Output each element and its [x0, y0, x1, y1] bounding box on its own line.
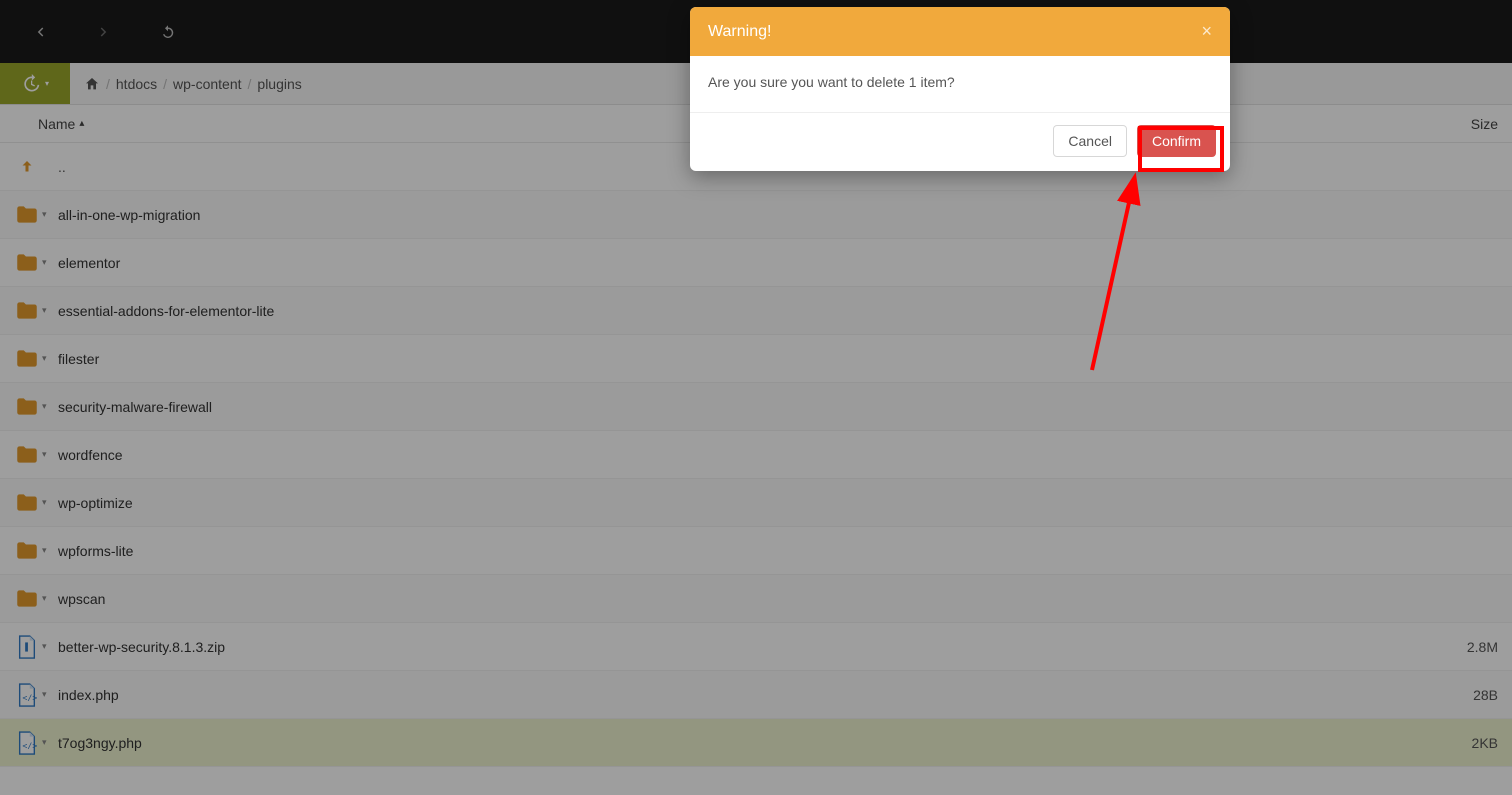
svg-text:</>: </> [22, 740, 37, 750]
file-name[interactable]: wp-optimize [56, 495, 1438, 511]
folder-icon [12, 490, 42, 516]
folder-row[interactable]: ▾wordfence [0, 431, 1512, 479]
caret-down-icon: ▾ [45, 79, 49, 88]
home-icon[interactable] [84, 76, 100, 92]
file-row[interactable]: </> ▾index.php28B [0, 671, 1512, 719]
folder-icon [12, 202, 42, 228]
row-menu-caret[interactable]: ▾ [42, 449, 56, 460]
warning-dialog: Warning! × Are you sure you want to dele… [690, 7, 1230, 171]
file-size: 28B [1438, 687, 1498, 703]
breadcrumb-item[interactable]: wp-content [173, 76, 241, 92]
row-menu-caret[interactable]: ▾ [42, 593, 56, 604]
chevron-left-icon [31, 23, 49, 41]
folder-row[interactable]: ▾filester [0, 335, 1512, 383]
file-name[interactable]: wordfence [56, 447, 1438, 463]
folder-row[interactable]: ▾essential-addons-for-elementor-lite [0, 287, 1512, 335]
folder-row[interactable]: ▾all-in-one-wp-migration [0, 191, 1512, 239]
folder-icon [12, 250, 42, 276]
folder-icon [12, 538, 42, 564]
row-menu-caret[interactable]: ▾ [42, 641, 56, 652]
folder-row[interactable]: ▾security-malware-firewall [0, 383, 1512, 431]
back-button[interactable] [28, 20, 52, 44]
breadcrumb-sep: / [106, 76, 110, 92]
history-icon [21, 74, 41, 94]
row-menu-caret[interactable]: ▾ [42, 209, 56, 220]
row-menu-caret[interactable]: ▾ [42, 305, 56, 316]
file-size: 2KB [1438, 735, 1498, 751]
row-menu-caret[interactable]: ▾ [42, 737, 56, 748]
file-name[interactable]: security-malware-firewall [56, 399, 1438, 415]
up-level-icon [12, 156, 42, 178]
file-name[interactable]: better-wp-security.8.1.3.zip [56, 639, 1438, 655]
breadcrumb-item[interactable]: htdocs [116, 76, 157, 92]
row-menu-caret[interactable]: ▾ [42, 353, 56, 364]
file-name[interactable]: essential-addons-for-elementor-lite [56, 303, 1438, 319]
chevron-right-icon [95, 23, 113, 41]
file-name[interactable]: wpforms-lite [56, 543, 1438, 559]
cancel-button[interactable]: Cancel [1053, 125, 1127, 157]
folder-icon [12, 346, 42, 372]
folder-row[interactable]: ▾wpscan [0, 575, 1512, 623]
folder-icon [12, 586, 42, 612]
file-row[interactable]: ▾better-wp-security.8.1.3.zip2.8M [0, 623, 1512, 671]
close-icon[interactable]: × [1201, 21, 1212, 42]
code-file-icon: </> [12, 730, 42, 756]
code-file-icon: </> [12, 682, 42, 708]
dialog-body: Are you sure you want to delete 1 item? [690, 56, 1230, 112]
column-size[interactable]: Size [1438, 116, 1498, 132]
row-menu-caret[interactable]: ▾ [42, 497, 56, 508]
file-name[interactable]: elementor [56, 255, 1438, 271]
archive-icon [12, 634, 42, 660]
column-name-label: Name [38, 116, 75, 132]
file-name[interactable]: all-in-one-wp-migration [56, 207, 1438, 223]
confirm-button[interactable]: Confirm [1137, 125, 1216, 157]
row-menu-caret[interactable]: ▾ [42, 545, 56, 556]
file-size: 2.8M [1438, 639, 1498, 655]
breadcrumb-sep: / [163, 76, 167, 92]
sort-asc-icon: ▴ [79, 118, 84, 129]
file-name[interactable]: wpscan [56, 591, 1438, 607]
folder-row[interactable]: ▾wpforms-lite [0, 527, 1512, 575]
dialog-title: Warning! [708, 23, 771, 41]
svg-text:</>: </> [22, 692, 37, 702]
refresh-button[interactable] [156, 20, 180, 44]
file-name[interactable]: t7og3ngy.php [56, 735, 1438, 751]
forward-button[interactable] [92, 20, 116, 44]
folder-row[interactable]: ▾elementor [0, 239, 1512, 287]
folder-icon [12, 442, 42, 468]
folder-icon [12, 298, 42, 324]
row-menu-caret[interactable]: ▾ [42, 401, 56, 412]
file-name[interactable]: index.php [56, 687, 1438, 703]
row-menu-caret[interactable]: ▾ [42, 689, 56, 700]
file-row[interactable]: </> ▾t7og3ngy.php2KB [0, 719, 1512, 767]
dialog-footer: Cancel Confirm [690, 112, 1230, 171]
file-table-body: .. ▾all-in-one-wp-migration▾elementor▾es… [0, 143, 1512, 767]
file-name[interactable]: filester [56, 351, 1438, 367]
folder-icon [12, 394, 42, 420]
row-menu-caret[interactable]: ▾ [42, 257, 56, 268]
breadcrumb-sep: / [248, 76, 252, 92]
dialog-header: Warning! × [690, 7, 1230, 56]
refresh-icon [159, 23, 177, 41]
history-button[interactable]: ▾ [0, 63, 70, 104]
folder-row[interactable]: ▾wp-optimize [0, 479, 1512, 527]
breadcrumb-item[interactable]: plugins [257, 76, 301, 92]
